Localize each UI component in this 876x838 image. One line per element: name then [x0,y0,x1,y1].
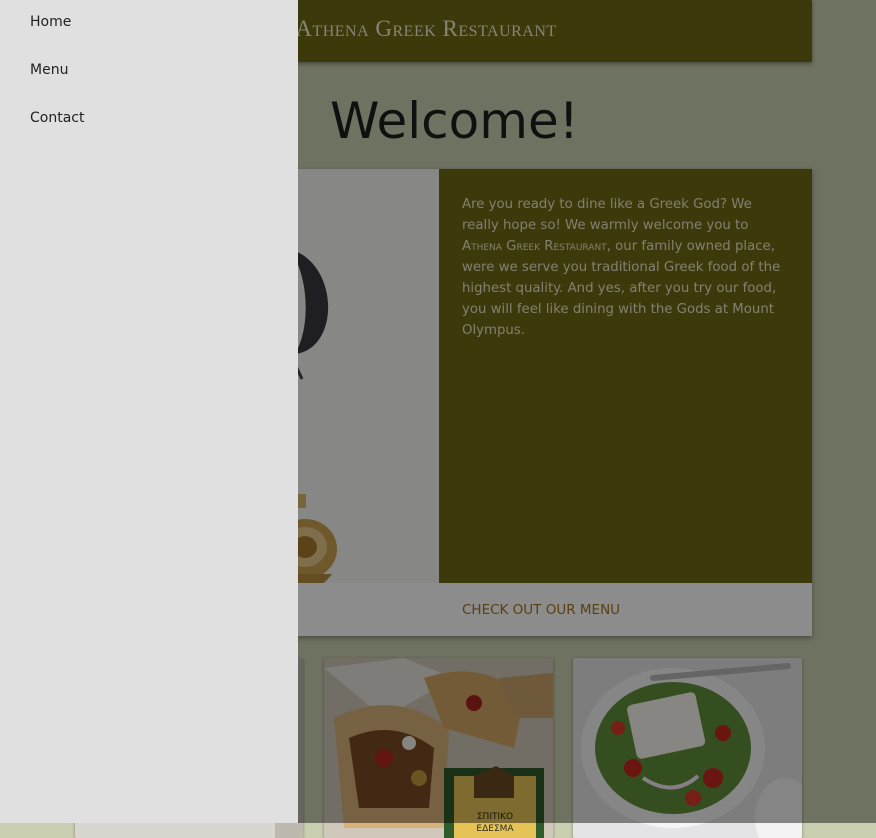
side-drawer: Home Menu Contact [0,0,298,823]
drawer-item-contact[interactable]: Contact [0,96,298,144]
drawer-item-menu[interactable]: Menu [0,48,298,96]
page: Athena Greek Restaurant Welcome! Are you… [0,0,876,838]
drawer-item-home[interactable]: Home [0,0,298,48]
box-text-line2: ΕΔΕΣΜΑ [476,824,514,834]
